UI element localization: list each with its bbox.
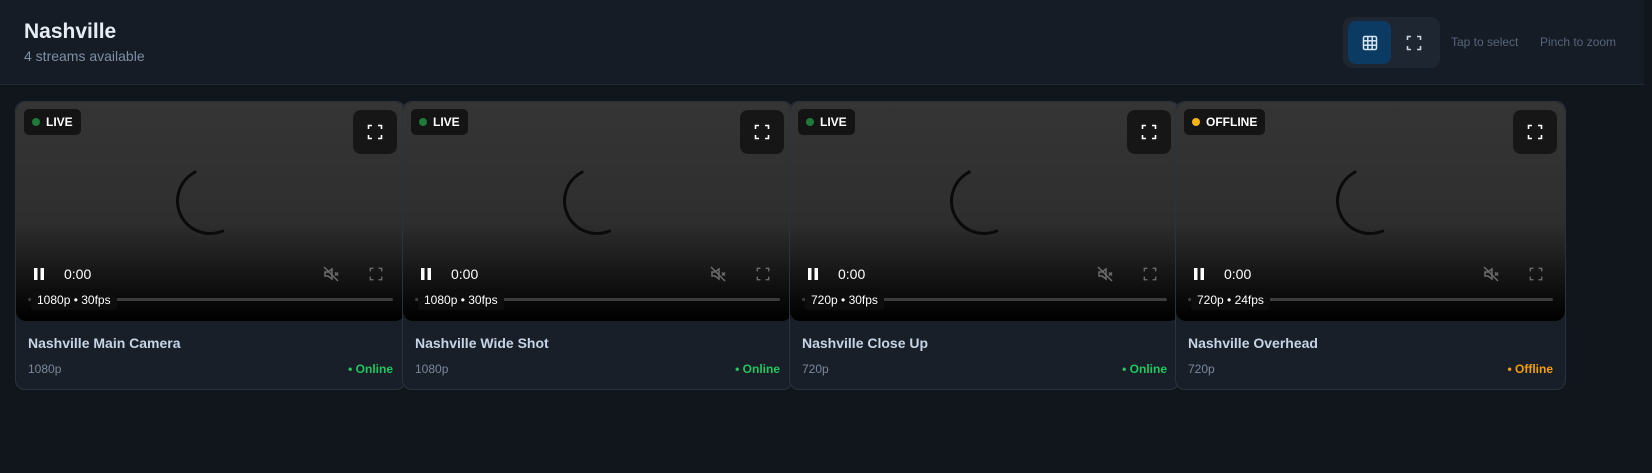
grid-icon — [1362, 35, 1377, 50]
status-badge: OFFLINE — [1184, 109, 1266, 135]
video-fullscreen-button[interactable] — [1143, 264, 1157, 284]
view-toggle — [1343, 17, 1440, 68]
fullscreen-icon — [369, 267, 383, 281]
stream-status: • Online — [735, 362, 780, 376]
volume-muted-icon — [323, 266, 339, 282]
stream-resolution: 720p — [802, 362, 829, 376]
fullscreen-icon — [367, 124, 383, 140]
stream-name: Nashville Wide Shot — [415, 335, 549, 351]
grid-view-button[interactable] — [1348, 21, 1391, 64]
stream-name: Nashville Main Camera — [28, 335, 181, 351]
volume-muted-icon — [1097, 266, 1113, 282]
status-badge-label: LIVE — [46, 115, 73, 129]
status-badge: LIVE — [411, 109, 468, 135]
status-dot — [419, 118, 427, 126]
volume-muted-icon — [1483, 266, 1499, 282]
video-fullscreen-button[interactable] — [369, 264, 383, 284]
mute-button[interactable] — [322, 264, 340, 284]
single-view-button[interactable] — [1392, 21, 1435, 64]
resolution-overlay: 720p • 24fps — [1191, 289, 1270, 310]
video-player[interactable]: LIVE 0:00 — [790, 102, 1179, 321]
stream-card[interactable]: LIVE 0:00 — [15, 101, 406, 390]
fullscreen-icon — [756, 267, 770, 281]
video-player[interactable]: OFFLINE 0:00 720p • 24fps — [1176, 102, 1565, 321]
playback-time: 0:00 — [1224, 266, 1252, 282]
stream-resolution: 1080p — [415, 362, 449, 376]
card-fullscreen-button[interactable] — [1513, 110, 1557, 154]
mute-button[interactable] — [1096, 264, 1114, 284]
pause-icon — [1194, 268, 1204, 280]
pause-button[interactable] — [1192, 264, 1206, 284]
progress-bar[interactable]: 1080p • 30fps — [415, 289, 780, 310]
loading-spinner — [940, 157, 1028, 245]
mute-button[interactable] — [1482, 264, 1500, 284]
fullscreen-icon — [1143, 267, 1157, 281]
video-player[interactable]: LIVE 0:00 — [403, 102, 792, 321]
status-dot — [806, 118, 814, 126]
resolution-overlay: 1080p • 30fps — [31, 289, 117, 310]
playback-time: 0:00 — [838, 266, 866, 282]
video-fullscreen-button[interactable] — [756, 264, 770, 284]
status-badge: LIVE — [798, 109, 855, 135]
status-dot — [32, 118, 40, 126]
playback-time: 0:00 — [64, 266, 92, 282]
card-fullscreen-button[interactable] — [353, 110, 397, 154]
hint-tap-select: Tap to select — [1451, 35, 1519, 49]
fullscreen-icon — [754, 124, 770, 140]
mute-button[interactable] — [709, 264, 727, 284]
stream-name: Nashville Overhead — [1188, 335, 1318, 351]
stream-status: • Online — [1122, 362, 1167, 376]
progress-bar[interactable]: 720p • 30fps — [802, 289, 1167, 310]
page-title: Nashville — [24, 20, 117, 43]
fullscreen-icon — [1529, 267, 1543, 281]
volume-muted-icon — [710, 266, 726, 282]
status-dot — [1192, 118, 1200, 126]
stream-name: Nashville Close Up — [802, 335, 929, 351]
card-fullscreen-button[interactable] — [740, 110, 784, 154]
video-player[interactable]: LIVE 0:00 — [16, 102, 405, 321]
stream-card[interactable]: LIVE 0:00 — [402, 101, 793, 390]
pause-button[interactable] — [419, 264, 433, 284]
status-badge: LIVE — [24, 109, 81, 135]
loading-spinner — [166, 157, 254, 245]
progress-bar[interactable]: 1080p • 30fps — [28, 289, 393, 310]
pause-icon — [808, 268, 818, 280]
pause-icon — [421, 268, 431, 280]
stream-resolution: 1080p — [28, 362, 62, 376]
status-badge-label: OFFLINE — [1206, 115, 1258, 129]
status-badge-label: LIVE — [433, 115, 460, 129]
stream-card[interactable]: OFFLINE 0:00 720p • 24fps Nashville Over… — [1175, 101, 1566, 390]
expand-icon — [1406, 35, 1421, 50]
pause-icon — [34, 268, 44, 280]
fullscreen-icon — [1141, 124, 1157, 140]
fullscreen-icon — [1527, 124, 1543, 140]
hint-pinch-zoom: Pinch to zoom — [1540, 35, 1617, 49]
header: Nashville 4 streams available Tap to sel… — [0, 0, 1644, 85]
status-badge-label: LIVE — [820, 115, 847, 129]
stream-status: • Offline — [1507, 362, 1553, 376]
pause-button[interactable] — [32, 264, 46, 284]
stream-status: • Online — [348, 362, 393, 376]
loading-spinner — [1326, 157, 1414, 245]
progress-bar[interactable]: 720p • 24fps — [1188, 289, 1553, 310]
pause-button[interactable] — [806, 264, 820, 284]
stream-count: 4 streams available — [24, 48, 145, 64]
loading-spinner — [553, 157, 641, 245]
card-fullscreen-button[interactable] — [1127, 110, 1171, 154]
resolution-overlay: 1080p • 30fps — [418, 289, 504, 310]
stream-resolution: 720p — [1188, 362, 1215, 376]
playback-time: 0:00 — [451, 266, 479, 282]
resolution-overlay: 720p • 30fps — [805, 289, 884, 310]
stream-card[interactable]: LIVE 0:00 — [789, 101, 1180, 390]
video-fullscreen-button[interactable] — [1529, 264, 1543, 284]
